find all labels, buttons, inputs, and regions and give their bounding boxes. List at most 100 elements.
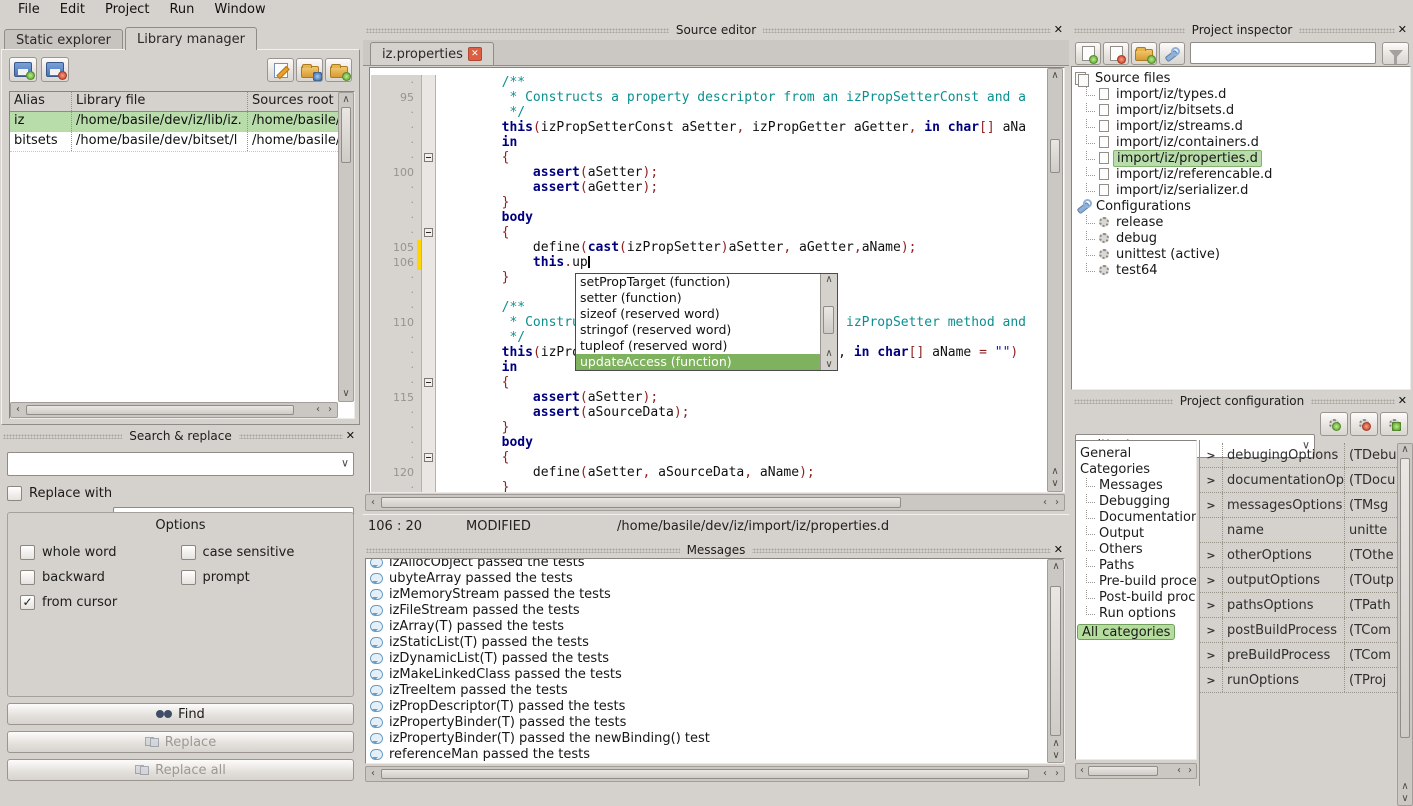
editor-vscrollbar[interactable]: ∧ ∧ ∨ bbox=[1047, 68, 1063, 492]
property-row[interactable]: >debugingOptions(TDebu bbox=[1200, 443, 1397, 468]
checkbox[interactable]: ✓ bbox=[20, 595, 35, 610]
code-line[interactable]: 105 define(cast(izPropSetter)aSetter, aG… bbox=[371, 240, 1047, 255]
all-categories-button[interactable]: All categories bbox=[1077, 624, 1175, 640]
add-folder-button[interactable] bbox=[1131, 42, 1157, 65]
open-library-folder-button[interactable] bbox=[296, 58, 323, 82]
scroll-thumb[interactable] bbox=[341, 107, 351, 163]
scroll-thumb[interactable] bbox=[1400, 458, 1410, 738]
message-item[interactable]: izStaticList(T) passed the tests bbox=[366, 634, 1047, 650]
tab-iz-properties[interactable]: iz.properties ✕ bbox=[370, 42, 494, 65]
tree-item-configuration[interactable]: test64 bbox=[1072, 262, 1410, 278]
search-combobox[interactable]: ∨ bbox=[7, 452, 354, 476]
code-line[interactable]: · } bbox=[371, 195, 1047, 210]
message-item[interactable]: izMemoryStream passed the tests bbox=[366, 586, 1047, 602]
message-item[interactable]: izArray(T) passed the tests bbox=[366, 618, 1047, 634]
completion-item[interactable]: tupleof (reserved word) bbox=[576, 338, 820, 354]
completion-item[interactable]: setter (function) bbox=[576, 290, 820, 306]
property-grid[interactable]: >debugingOptions(TDebu>documentationOpti… bbox=[1200, 443, 1397, 693]
expand-cell[interactable]: > bbox=[1200, 593, 1223, 617]
expand-cell[interactable]: > bbox=[1200, 543, 1223, 567]
property-row[interactable]: >postBuildProcess(TCom bbox=[1200, 618, 1397, 643]
fold-collapse-icon[interactable] bbox=[424, 378, 433, 387]
completion-item[interactable]: sizeof (reserved word) bbox=[576, 306, 820, 322]
category-categories[interactable]: Categories bbox=[1076, 461, 1196, 477]
messages-hscrollbar[interactable]: ‹ ‹ › bbox=[365, 766, 1065, 782]
option-case-sensitive[interactable]: case sensitive bbox=[181, 545, 342, 560]
message-item[interactable]: izPropDescriptor(T) passed the tests bbox=[366, 698, 1047, 714]
scroll-up-icon[interactable]: ∧ bbox=[823, 274, 835, 286]
code-line[interactable]: · /** bbox=[371, 75, 1047, 90]
tree-item-configuration[interactable]: release bbox=[1072, 214, 1410, 230]
expand-arrow-icon[interactable]: > bbox=[1206, 574, 1215, 587]
message-item[interactable]: izTreeItem passed the tests bbox=[366, 682, 1047, 698]
add-library-folder-button[interactable] bbox=[325, 58, 352, 82]
property-row[interactable]: >preBuildProcess(TCom bbox=[1200, 643, 1397, 668]
filter-input[interactable] bbox=[1194, 44, 1357, 62]
scroll-thumb[interactable] bbox=[381, 769, 1029, 779]
property-row[interactable]: >documentationOpti(TDocu bbox=[1200, 468, 1397, 493]
option-backward[interactable]: backward bbox=[20, 570, 181, 585]
scroll-left-icon[interactable]: ‹ bbox=[312, 404, 324, 416]
tree-item-file[interactable]: import/iz/bitsets.d bbox=[1072, 102, 1410, 118]
tree-item-file[interactable]: import/iz/streams.d bbox=[1072, 118, 1410, 134]
expand-cell[interactable]: > bbox=[1200, 668, 1223, 692]
category-output[interactable]: Output bbox=[1076, 525, 1196, 541]
menu-edit[interactable]: Edit bbox=[50, 2, 95, 17]
code-line[interactable]: · assert(aGetter); bbox=[371, 180, 1047, 195]
category-others[interactable]: Others bbox=[1076, 541, 1196, 557]
grid-vscrollbar[interactable]: ∧ ∧ ∨ bbox=[1397, 443, 1413, 806]
completion-item[interactable]: setPropTarget (function) bbox=[576, 274, 820, 290]
tree-item-file[interactable]: import/iz/referencable.d bbox=[1072, 166, 1410, 182]
scroll-left-icon[interactable]: ‹ bbox=[1076, 765, 1088, 777]
message-item[interactable]: izMakeLinkedClass passed the tests bbox=[366, 666, 1047, 682]
scroll-left-icon[interactable]: ‹ bbox=[1039, 497, 1051, 509]
code-line[interactable]: · } bbox=[371, 480, 1047, 492]
message-item[interactable]: izAllocObject passed the tests bbox=[366, 558, 1047, 570]
scroll-thumb[interactable] bbox=[381, 497, 901, 508]
tab-static-explorer[interactable]: Static explorer bbox=[4, 29, 123, 50]
code-line[interactable]: 120 define(aSetter, aSourceData, aName); bbox=[371, 465, 1047, 480]
scroll-thumb[interactable] bbox=[1050, 139, 1060, 173]
close-panel-icon[interactable]: ✕ bbox=[1051, 22, 1066, 38]
tree-item-source-files[interactable]: Source files bbox=[1072, 70, 1410, 86]
tree-item-configuration[interactable]: unittest (active) bbox=[1072, 246, 1410, 262]
category-messages[interactable]: Messages bbox=[1076, 477, 1196, 493]
scroll-thumb[interactable] bbox=[1050, 586, 1061, 736]
message-item[interactable]: izPropertyBinder(T) passed the newBindin… bbox=[366, 730, 1047, 746]
expand-cell[interactable]: > bbox=[1200, 568, 1223, 592]
code-line[interactable]: 100 assert(aSetter); bbox=[371, 165, 1047, 180]
edit-library-button[interactable] bbox=[267, 58, 294, 82]
scroll-down-icon[interactable]: ∨ bbox=[1050, 750, 1062, 762]
code-line[interactable]: 106 this.up bbox=[371, 255, 1047, 270]
code-line[interactable]: · { bbox=[371, 450, 1047, 465]
completion-list[interactable]: setPropTarget (function)setter (function… bbox=[576, 274, 820, 370]
menu-run[interactable]: Run bbox=[159, 2, 204, 17]
column-header-library-file[interactable]: Library file bbox=[72, 92, 248, 111]
property-row[interactable]: >outputOptions(TOutp bbox=[1200, 568, 1397, 593]
option-prompt[interactable]: prompt bbox=[181, 570, 342, 585]
code-line[interactable]: · { bbox=[371, 150, 1047, 165]
editor-hscrollbar[interactable]: ‹ ‹ › bbox=[365, 494, 1065, 511]
expand-arrow-icon[interactable]: > bbox=[1206, 599, 1215, 612]
tree-item-file[interactable]: import/iz/serializer.d bbox=[1072, 182, 1410, 198]
sync-configuration-button[interactable] bbox=[1380, 412, 1408, 436]
completion-scrollbar[interactable]: ∧ ∧ ∨ bbox=[820, 274, 837, 370]
search-input[interactable] bbox=[11, 454, 335, 474]
expand-arrow-icon[interactable]: > bbox=[1206, 624, 1215, 637]
library-vscrollbar[interactable]: ∧ ∨ bbox=[338, 92, 354, 402]
add-library-button[interactable] bbox=[9, 57, 37, 82]
library-hscrollbar[interactable]: ‹ ‹ › bbox=[10, 402, 338, 418]
option-from-cursor[interactable]: ✓from cursor bbox=[20, 595, 181, 610]
expand-arrow-icon[interactable]: > bbox=[1206, 549, 1215, 562]
fold-collapse-icon[interactable] bbox=[424, 153, 433, 162]
code-line[interactable]: · in bbox=[371, 135, 1047, 150]
message-item[interactable]: izFileStream passed the tests bbox=[366, 602, 1047, 618]
code-line[interactable]: · } bbox=[371, 420, 1047, 435]
property-row[interactable]: >runOptions(TProj bbox=[1200, 668, 1397, 693]
category-run-options[interactable]: Run options bbox=[1076, 605, 1196, 621]
category-pre-build-proces[interactable]: Pre-build proces bbox=[1076, 573, 1196, 589]
scroll-left-icon[interactable]: ‹ bbox=[12, 404, 24, 416]
close-panel-icon[interactable]: ✕ bbox=[1395, 393, 1410, 409]
clear-filter-button[interactable] bbox=[1382, 42, 1409, 65]
scroll-left-icon[interactable]: ‹ bbox=[367, 768, 379, 780]
